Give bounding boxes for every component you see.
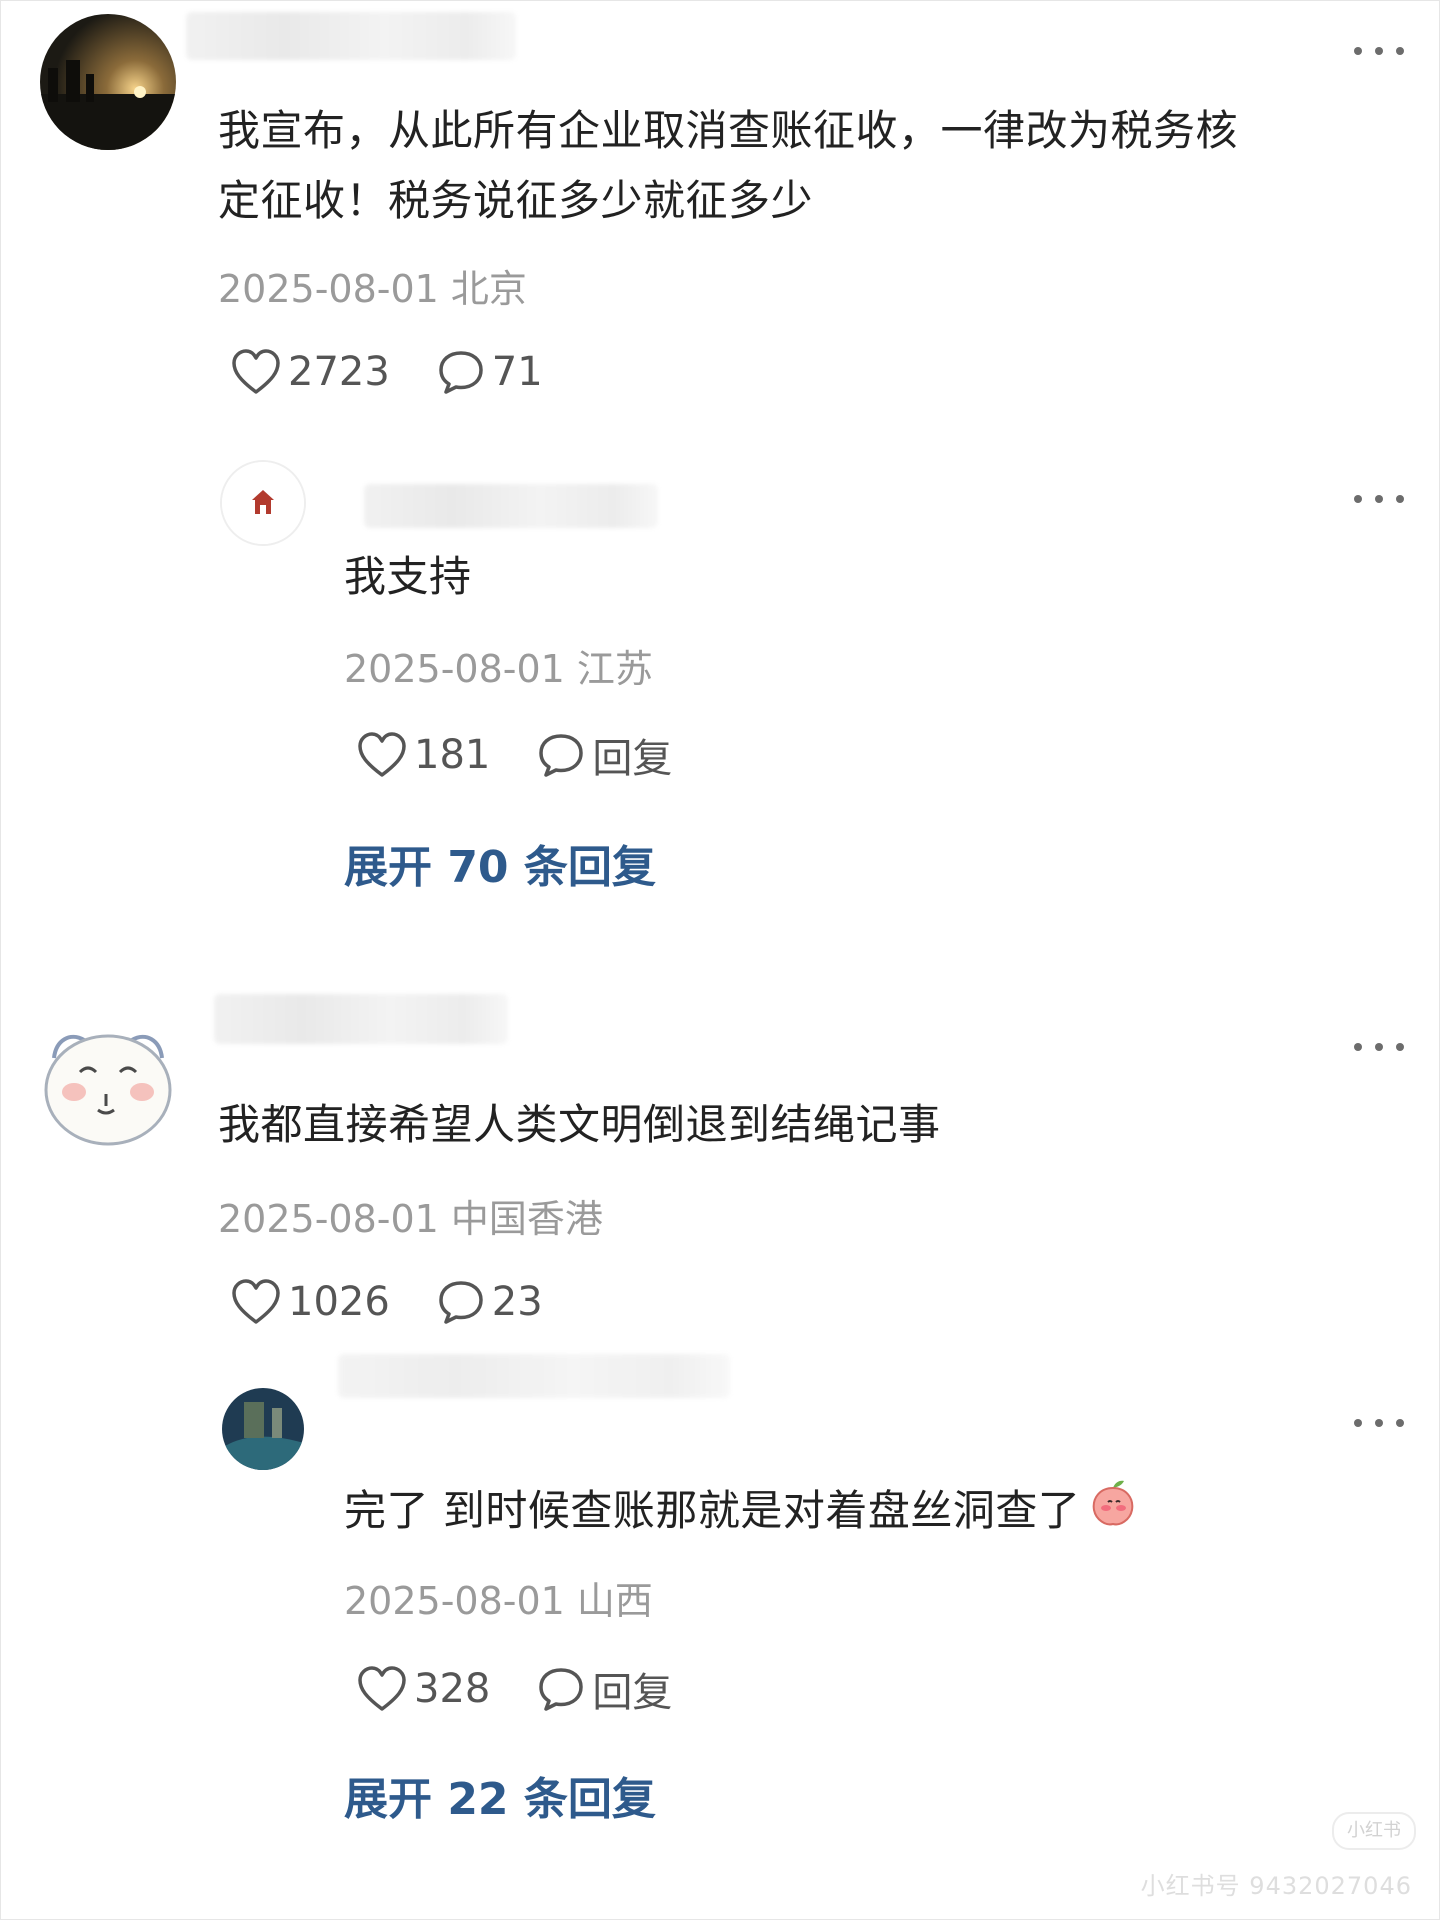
reply-text: 完了 到时候查账那就是对着盘丝洞查了: [344, 1476, 1140, 1551]
like-button[interactable]: 328: [356, 1665, 490, 1713]
heart-icon: [232, 349, 280, 394]
reply-meta: 2025-08-01 江苏: [344, 644, 653, 694]
dot-icon: [1396, 495, 1404, 503]
watermark-badge: 小红书: [1332, 1812, 1416, 1850]
avatar[interactable]: [222, 1388, 304, 1470]
username-redacted[interactable]: [186, 12, 516, 60]
comment-text-line: 定征收！税务说征多少就征多少: [218, 176, 814, 225]
dot-icon: [1354, 1419, 1362, 1427]
comment-meta: 2025-08-01 北京: [218, 264, 527, 314]
like-button[interactable]: 181: [356, 731, 490, 779]
more-options-button[interactable]: [1354, 1032, 1404, 1062]
reply-location: 山西: [576, 1579, 653, 1623]
dot-icon: [1375, 1043, 1383, 1051]
reply-actions: 328 回复: [356, 1660, 718, 1718]
reply-date: 2025-08-01: [344, 1579, 565, 1623]
like-button[interactable]: 1026: [230, 1278, 390, 1326]
reply-location: 江苏: [576, 647, 653, 691]
comment-meta: 2025-08-01 中国香港: [218, 1194, 603, 1244]
comment-bubble-icon: [539, 734, 584, 777]
heart-icon: [358, 1666, 406, 1711]
avatar[interactable]: [40, 1010, 176, 1146]
more-options-button[interactable]: [1354, 36, 1404, 66]
username-redacted[interactable]: [338, 1354, 730, 1398]
screenshot-frame: [0, 0, 1440, 1920]
comment-actions: 2723 71: [230, 348, 589, 396]
comment-bubble-icon: [539, 1668, 584, 1711]
like-button[interactable]: 2723: [230, 348, 390, 396]
like-count: 2723: [288, 349, 390, 395]
more-options-button[interactable]: [1354, 484, 1404, 514]
like-count: 181: [414, 732, 491, 778]
expand-replies-link[interactable]: 展开 22 条回复: [344, 1770, 656, 1830]
comment-bubble-icon: [439, 351, 483, 394]
comment-date: 2025-08-01: [218, 267, 439, 311]
dot-icon: [1354, 47, 1362, 55]
comment-text: 我都直接希望人类文明倒退到结绳记事: [218, 1100, 941, 1149]
reply-count: 71: [491, 349, 543, 395]
heart-icon: [232, 1279, 280, 1324]
comment-date: 2025-08-01: [218, 1197, 439, 1241]
comment-bubble-icon: [439, 1281, 483, 1324]
reply-text-content: 完了 到时候查账那就是对着盘丝洞查了: [344, 1486, 1081, 1535]
avatar[interactable]: [220, 460, 306, 546]
heart-icon: [358, 732, 406, 777]
reply-button[interactable]: 回复: [536, 1660, 672, 1718]
comment-location: 中国香港: [450, 1197, 603, 1241]
reply-count-button[interactable]: 23: [436, 1278, 543, 1326]
dot-icon: [1396, 47, 1404, 55]
dot-icon: [1354, 1043, 1362, 1051]
watermark-text: 小红书号 9432027046: [1140, 1872, 1412, 1900]
comment-actions: 1026 23: [230, 1278, 589, 1326]
reply-count-button[interactable]: 71: [436, 348, 543, 396]
reply-label: 回复: [592, 736, 673, 782]
like-count: 328: [414, 1666, 491, 1712]
comment-text-line: 我宣布，从此所有企业取消查账征收，一律改为税务核: [218, 106, 1239, 155]
expand-replies-link[interactable]: 展开 70 条回复: [344, 838, 656, 898]
reply-date: 2025-08-01: [344, 647, 565, 691]
comment-location: 北京: [450, 267, 527, 311]
reply-actions: 181 回复: [356, 726, 718, 784]
dot-icon: [1375, 495, 1383, 503]
dot-icon: [1375, 47, 1383, 55]
username-redacted[interactable]: [364, 484, 658, 528]
reply-button[interactable]: 回复: [536, 726, 672, 784]
dot-icon: [1375, 1419, 1383, 1427]
reply-text: 我支持: [344, 552, 472, 601]
dot-icon: [1396, 1419, 1404, 1427]
like-count: 1026: [288, 1279, 390, 1325]
avatar[interactable]: [40, 14, 176, 150]
dot-icon: [1354, 495, 1362, 503]
dot-icon: [1396, 1043, 1404, 1051]
peach-emoji-icon: [1086, 1476, 1140, 1551]
reply-count: 23: [491, 1279, 543, 1325]
reply-meta: 2025-08-01 山西: [344, 1576, 653, 1626]
more-options-button[interactable]: [1354, 1408, 1404, 1438]
comment-text: 我宣布，从此所有企业取消查账征收，一律改为税务核 定征收！税务说征多少就征多少: [218, 96, 1418, 236]
reply-label: 回复: [592, 1670, 673, 1716]
username-redacted[interactable]: [214, 994, 508, 1044]
